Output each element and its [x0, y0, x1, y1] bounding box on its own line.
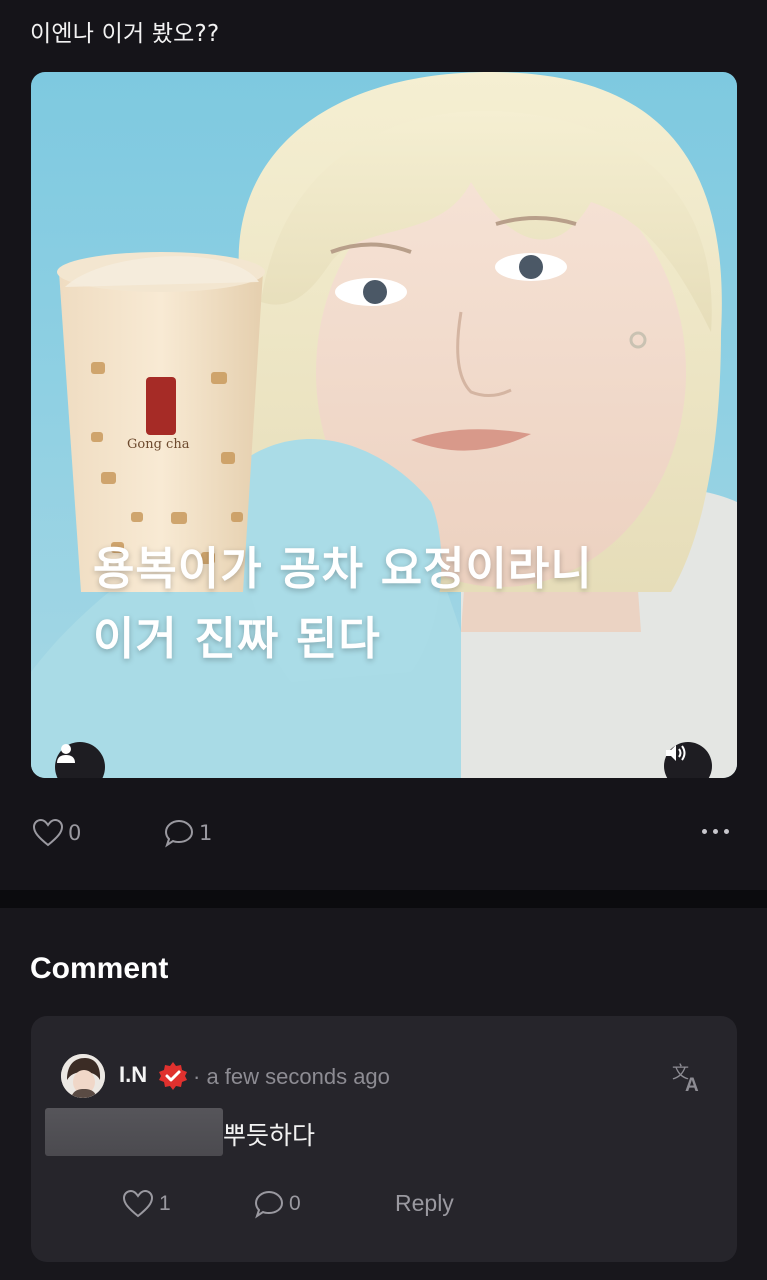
brand-label: Gong cha — [127, 437, 190, 452]
avatar-image — [61, 1054, 105, 1098]
comment-bubble-icon — [164, 819, 194, 848]
post: 이엔나 이거 봤오?? Gong cha 용복이가 공차 요정이라니 이거 진짜… — [0, 0, 767, 890]
post-text: 이엔나 이거 봤오?? — [30, 21, 220, 47]
commenter-name[interactable]: I.N — [119, 1062, 147, 1088]
comment-heading: Comment — [30, 952, 169, 985]
comment-button[interactable]: 1 — [163, 816, 212, 850]
comment-reply-count-button[interactable]: 0 — [253, 1186, 301, 1222]
more-dots-icon — [712, 828, 718, 834]
post-media[interactable]: Gong cha 용복이가 공차 요정이라니 이거 진짜 된다 — [31, 72, 737, 778]
translate-button[interactable]: 文 A — [671, 1060, 705, 1098]
verified-badge-icon — [159, 1062, 187, 1090]
comment-card: I.N · a few seconds ago 文 A 뿌듯하다 1 0 Rep… — [31, 1016, 737, 1262]
mention-tag[interactable] — [45, 1108, 223, 1156]
caption-line-1: 용복이가 공차 요정이라니 — [93, 542, 593, 595]
heart-icon — [32, 818, 64, 847]
reply-button[interactable]: Reply — [395, 1190, 454, 1217]
like-count: 0 — [68, 821, 82, 845]
section-divider — [0, 890, 767, 908]
more-dots-icon — [723, 828, 729, 834]
verified-badge — [158, 1061, 188, 1095]
comment-text: 뿌듯하다 — [223, 1121, 316, 1150]
speaker-icon — [666, 745, 686, 761]
like-button[interactable]: 0 — [32, 816, 81, 850]
heart-icon — [122, 1189, 154, 1218]
more-dots-icon — [701, 828, 707, 834]
translate-icon: 文 A — [672, 1063, 699, 1096]
caption-line-2: 이거 진짜 된다 — [93, 612, 381, 665]
commenter-avatar[interactable] — [61, 1054, 105, 1098]
more-options-button[interactable] — [692, 816, 738, 846]
comment-like-button[interactable]: 1 — [121, 1186, 171, 1222]
comment-count: 1 — [199, 821, 213, 845]
media-caption: 용복이가 공차 요정이라니 이거 진짜 된다 — [93, 534, 593, 674]
comment-like-count: 1 — [159, 1192, 171, 1215]
person-icon — [57, 744, 75, 763]
svg-text:A: A — [685, 1075, 699, 1094]
comment-timestamp: · a few seconds ago — [193, 1064, 390, 1089]
comment-bubble-icon — [254, 1190, 284, 1219]
comment-reply-count: 0 — [289, 1192, 301, 1215]
